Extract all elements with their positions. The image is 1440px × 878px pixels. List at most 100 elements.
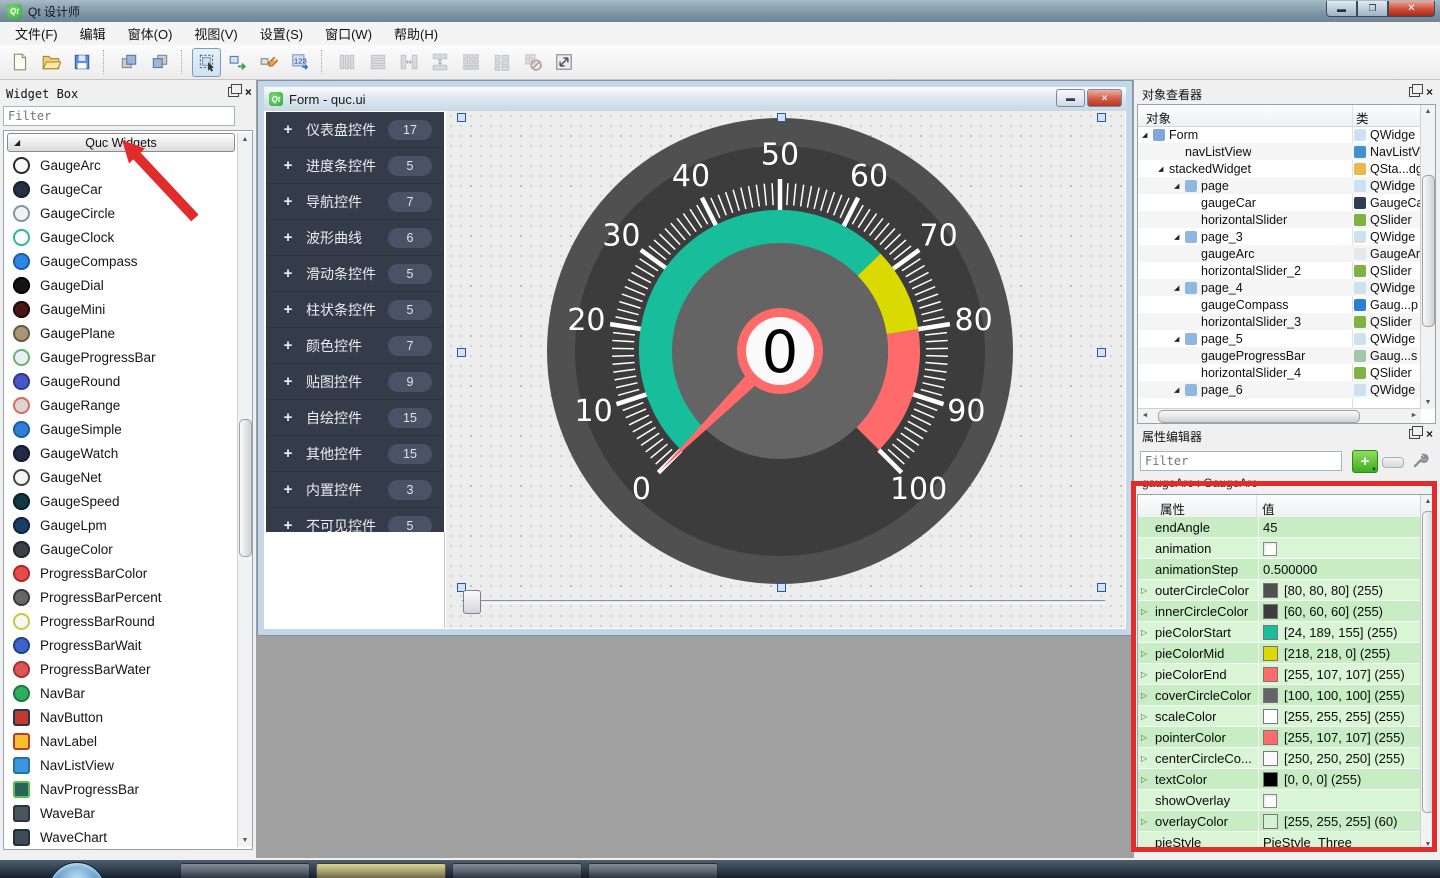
menu-item[interactable]: 帮助(H) (383, 21, 449, 46)
tree-expander-icon[interactable]: ◢ (1158, 165, 1169, 173)
form-minimize-button[interactable]: ▬ (1056, 89, 1085, 107)
widgetbox-item-navbutton[interactable]: NavButton (4, 705, 238, 729)
menu-item[interactable]: 设置(S) (249, 21, 314, 46)
widgetbox-item-gaugemini[interactable]: GaugeMini (4, 297, 238, 321)
tree-expander-icon[interactable]: ◢ (1174, 284, 1185, 292)
edit-widgets-button[interactable] (192, 48, 221, 77)
nav-list-item[interactable]: +自绘控件15 (266, 400, 444, 436)
open-file-button[interactable] (36, 48, 65, 77)
object-tree-row-page_4[interactable]: ◢page_4QWidge (1138, 279, 1421, 296)
widgetbox-item-gaugearc[interactable]: GaugeArc (4, 153, 238, 177)
widget-box-filter-input[interactable] (3, 106, 235, 126)
menu-item[interactable]: 窗口(W) (314, 21, 383, 46)
close-panel-icon[interactable]: × (1426, 87, 1433, 97)
widgetbox-item-gaugenet[interactable]: GaugeNet (4, 465, 238, 489)
widgetbox-item-navlabel[interactable]: NavLabel (4, 729, 238, 753)
scroll-up-icon[interactable]: ▲ (1421, 495, 1435, 508)
object-tree-row-gaugecar[interactable]: gaugeCarGaugeCa (1138, 194, 1421, 211)
property-value-cell[interactable]: [218, 218, 0] (255) (1258, 643, 1421, 664)
property-row-showOverlay[interactable]: showOverlay (1138, 790, 1421, 811)
nav-list-item[interactable]: +仪表盘控件17 (266, 112, 444, 148)
property-value-cell[interactable]: [100, 100, 100] (255) (1258, 685, 1421, 706)
taskbar-button[interactable] (316, 863, 446, 878)
property-row-overlayColor[interactable]: ▷overlayColor[255, 255, 255] (60) (1138, 811, 1421, 832)
property-expander-icon[interactable]: ▷ (1138, 817, 1155, 826)
property-expander-icon[interactable]: ▷ (1138, 775, 1155, 784)
property-value-cell[interactable]: [255, 255, 255] (255) (1258, 706, 1421, 727)
color-swatch[interactable] (1263, 625, 1278, 640)
property-value-cell[interactable]: [80, 80, 80] (255) (1258, 580, 1421, 601)
menu-item[interactable]: 视图(V) (183, 21, 248, 46)
widget-group-header[interactable]: ◢ Quc Widgets (7, 133, 235, 152)
property-row-pieColorEnd[interactable]: ▷pieColorEnd[255, 107, 107] (255) (1138, 664, 1421, 685)
property-value-cell[interactable]: [24, 189, 155] (255) (1258, 622, 1421, 643)
menu-item[interactable]: 编辑 (69, 21, 117, 46)
tree-expander-icon[interactable]: ◢ (1174, 182, 1185, 190)
property-value-cell[interactable]: [255, 107, 107] (255) (1258, 727, 1421, 748)
widgetbox-item-gaugecar[interactable]: GaugeCar (4, 177, 238, 201)
scrollbar-thumb[interactable] (1422, 511, 1435, 813)
selection-handle[interactable] (1097, 583, 1106, 592)
property-value-cell[interactable]: [0, 0, 0] (255) (1258, 769, 1421, 790)
widgetbox-item-navlistview[interactable]: NavListView (4, 753, 238, 777)
gauge-arc-widget[interactable]: 01020304050607080901000 (545, 116, 1015, 586)
property-row-pieStyle[interactable]: pieStylePieStyle_Three (1138, 832, 1421, 851)
property-value-cell[interactable] (1258, 790, 1421, 811)
widgetbox-item-navbar[interactable]: NavBar (4, 681, 238, 705)
float-panel-icon[interactable] (228, 87, 239, 97)
selection-handle[interactable] (457, 113, 466, 122)
property-value-cell[interactable]: [255, 107, 107] (255) (1258, 664, 1421, 685)
close-button[interactable]: ✕ (1388, 1, 1435, 17)
save-file-button[interactable] (67, 48, 96, 77)
property-expander-icon[interactable]: ▷ (1138, 649, 1155, 658)
widgetbox-item-gaugecompass[interactable]: GaugeCompass (4, 249, 238, 273)
start-button[interactable] (48, 862, 106, 878)
widgetbox-item-gaugedial[interactable]: GaugeDial (4, 273, 238, 297)
nav-list-item[interactable]: +柱状条控件5 (266, 292, 444, 328)
object-tree-row-horizontalslider_3[interactable]: horizontalSlider_3QSlider (1138, 313, 1421, 330)
scroll-left-icon[interactable]: ◄ (1138, 409, 1152, 422)
widgetbox-item-wavechart[interactable]: WaveChart (4, 825, 238, 849)
property-value-cell[interactable]: [60, 60, 60] (255) (1258, 601, 1421, 622)
add-dynamic-property-button[interactable]: +▼ (1352, 450, 1378, 473)
property-expander-icon[interactable]: ▷ (1138, 607, 1155, 616)
object-tree-row-page_5[interactable]: ◢page_5QWidge (1138, 330, 1421, 347)
scroll-down-icon[interactable]: ▼ (1421, 396, 1435, 409)
object-tree-vscrollbar[interactable]: ▲ ▼ (1420, 105, 1435, 409)
edit-signals-slots-button[interactable] (223, 48, 252, 77)
float-panel-icon[interactable] (1409, 429, 1420, 439)
object-tree-row-horizontalslider_4[interactable]: horizontalSlider_4QSlider (1138, 364, 1421, 381)
form-canvas[interactable]: 01020304050607080901000 (446, 111, 1125, 628)
object-tree-row-navlistview[interactable]: navListViewNavListV (1138, 143, 1421, 160)
color-swatch[interactable] (1263, 751, 1278, 766)
restore-button[interactable]: ❐ (1357, 1, 1388, 17)
tree-expander-icon[interactable]: ◢ (1174, 233, 1185, 241)
tree-expander-icon[interactable]: ◢ (1174, 386, 1185, 394)
nav-list-item[interactable]: +内置控件3 (266, 472, 444, 508)
object-tree-row-stackedwidget[interactable]: ◢stackedWidgetQSta...dg (1138, 160, 1421, 177)
scrollbar-thumb[interactable] (239, 419, 252, 557)
property-row-innerCircleColor[interactable]: ▷innerCircleColor[60, 60, 60] (255) (1138, 601, 1421, 622)
object-tree-row-page_3[interactable]: ◢page_3QWidge (1138, 228, 1421, 245)
property-filter-input[interactable] (1140, 451, 1342, 471)
tree-expander-icon[interactable]: ◢ (1174, 335, 1185, 343)
property-expander-icon[interactable]: ▷ (1138, 628, 1155, 637)
property-expander-icon[interactable]: ▷ (1138, 712, 1155, 721)
property-value-cell[interactable]: 0.500000 (1258, 559, 1421, 580)
object-tree-row-page_6[interactable]: ◢page_6QWidge (1138, 381, 1421, 398)
color-swatch[interactable] (1263, 646, 1278, 661)
widgetbox-item-gaugecolor[interactable]: GaugeColor (4, 537, 238, 561)
widgetbox-item-gaugeclock[interactable]: GaugeClock (4, 225, 238, 249)
widgetbox-item-gaugeprogressbar[interactable]: GaugeProgressBar (4, 345, 238, 369)
new-file-button[interactable] (5, 48, 34, 77)
object-tree-row-gaugecompass[interactable]: gaugeCompassGaug...p (1138, 296, 1421, 313)
widgetbox-item-gaugelpm[interactable]: GaugeLpm (4, 513, 238, 537)
widgetbox-item-gaugerange[interactable]: GaugeRange (4, 393, 238, 417)
scrollbar-thumb[interactable] (1158, 410, 1360, 423)
widgetbox-item-progressbarpercent[interactable]: ProgressBarPercent (4, 585, 238, 609)
form-close-button[interactable]: ✕ (1087, 89, 1122, 107)
scroll-up-icon[interactable]: ▲ (238, 133, 252, 146)
selection-handle[interactable] (1097, 348, 1106, 357)
property-expander-icon[interactable]: ▷ (1138, 691, 1155, 700)
scroll-right-icon[interactable]: ► (1407, 409, 1421, 422)
